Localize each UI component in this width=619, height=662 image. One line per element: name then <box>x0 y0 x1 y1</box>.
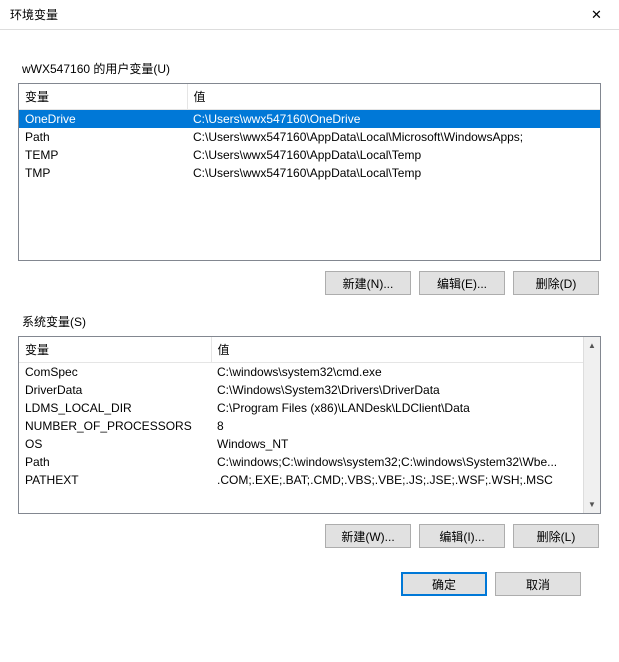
var-value-cell: 8 <box>211 417 583 435</box>
var-value-cell: .COM;.EXE;.BAT;.CMD;.VBS;.VBE;.JS;.JSE;.… <box>211 471 583 489</box>
var-name-cell: OneDrive <box>19 110 187 129</box>
table-row[interactable]: TEMPC:\Users\wwx547160\AppData\Local\Tem… <box>19 146 600 164</box>
table-row[interactable]: PATHEXT.COM;.EXE;.BAT;.CMD;.VBS;.VBE;.JS… <box>19 471 583 489</box>
var-value-cell: C:\windows\system32\cmd.exe <box>211 363 583 382</box>
ok-button[interactable]: 确定 <box>401 572 487 596</box>
user-edit-button[interactable]: 编辑(E)... <box>419 271 505 295</box>
user-col-value-header[interactable]: 值 <box>187 84 600 110</box>
user-variables-table[interactable]: 变量 值 OneDriveC:\Users\wwx547160\OneDrive… <box>18 83 601 261</box>
var-name-cell: LDMS_LOCAL_DIR <box>19 399 211 417</box>
table-row[interactable]: OneDriveC:\Users\wwx547160\OneDrive <box>19 110 600 129</box>
table-row[interactable]: NUMBER_OF_PROCESSORS8 <box>19 417 583 435</box>
var-value-cell: C:\Users\wwx547160\AppData\Local\Microso… <box>187 128 600 146</box>
var-value-cell: C:\Program Files (x86)\LANDesk\LDClient\… <box>211 399 583 417</box>
dialog-footer: 确定 取消 <box>18 566 601 596</box>
table-row[interactable]: PathC:\windows;C:\windows\system32;C:\wi… <box>19 453 583 471</box>
window-title: 环境变量 <box>10 6 58 23</box>
table-row[interactable]: TMPC:\Users\wwx547160\AppData\Local\Temp <box>19 164 600 182</box>
system-variables-group: 系统变量(S) 变量 值 ComSpecC:\windows\system32\… <box>18 313 601 548</box>
cancel-button[interactable]: 取消 <box>495 572 581 596</box>
var-name-cell: ComSpec <box>19 363 211 382</box>
sys-col-name-header[interactable]: 变量 <box>19 337 211 363</box>
scroll-track[interactable] <box>584 354 600 496</box>
var-name-cell: Path <box>19 128 187 146</box>
scroll-up-icon[interactable]: ▲ <box>584 337 600 354</box>
var-name-cell: DriverData <box>19 381 211 399</box>
table-row[interactable]: DriverDataC:\Windows\System32\Drivers\Dr… <box>19 381 583 399</box>
user-variables-label: wWX547160 的用户变量(U) <box>22 60 601 77</box>
var-name-cell: TMP <box>19 164 187 182</box>
table-row[interactable]: ComSpecC:\windows\system32\cmd.exe <box>19 363 583 382</box>
var-name-cell: OS <box>19 435 211 453</box>
var-value-cell: C:\Users\wwx547160\OneDrive <box>187 110 600 129</box>
system-variables-table[interactable]: 变量 值 ComSpecC:\windows\system32\cmd.exeD… <box>18 336 601 514</box>
var-value-cell: C:\Users\wwx547160\AppData\Local\Temp <box>187 146 600 164</box>
sys-edit-button[interactable]: 编辑(I)... <box>419 524 505 548</box>
system-scrollbar[interactable]: ▲ ▼ <box>583 337 600 513</box>
system-variables-label: 系统变量(S) <box>22 313 601 330</box>
sys-new-button[interactable]: 新建(W)... <box>325 524 411 548</box>
user-new-button[interactable]: 新建(N)... <box>325 271 411 295</box>
sys-col-value-header[interactable]: 值 <box>211 337 583 363</box>
var-value-cell: C:\Windows\System32\Drivers\DriverData <box>211 381 583 399</box>
var-name-cell: TEMP <box>19 146 187 164</box>
user-col-name-header[interactable]: 变量 <box>19 84 187 110</box>
table-row[interactable]: LDMS_LOCAL_DIRC:\Program Files (x86)\LAN… <box>19 399 583 417</box>
user-delete-button[interactable]: 删除(D) <box>513 271 599 295</box>
var-value-cell: Windows_NT <box>211 435 583 453</box>
var-name-cell: PATHEXT <box>19 471 211 489</box>
sys-delete-button[interactable]: 删除(L) <box>513 524 599 548</box>
var-name-cell: NUMBER_OF_PROCESSORS <box>19 417 211 435</box>
var-name-cell: Path <box>19 453 211 471</box>
close-button[interactable]: ✕ <box>574 0 619 30</box>
table-row[interactable]: PathC:\Users\wwx547160\AppData\Local\Mic… <box>19 128 600 146</box>
title-bar: 环境变量 ✕ <box>0 0 619 30</box>
close-icon: ✕ <box>591 7 602 23</box>
table-row[interactable]: OSWindows_NT <box>19 435 583 453</box>
user-variables-group: wWX547160 的用户变量(U) 变量 值 OneDriveC:\Users… <box>18 60 601 295</box>
var-value-cell: C:\windows;C:\windows\system32;C:\window… <box>211 453 583 471</box>
var-value-cell: C:\Users\wwx547160\AppData\Local\Temp <box>187 164 600 182</box>
scroll-down-icon[interactable]: ▼ <box>584 496 600 513</box>
